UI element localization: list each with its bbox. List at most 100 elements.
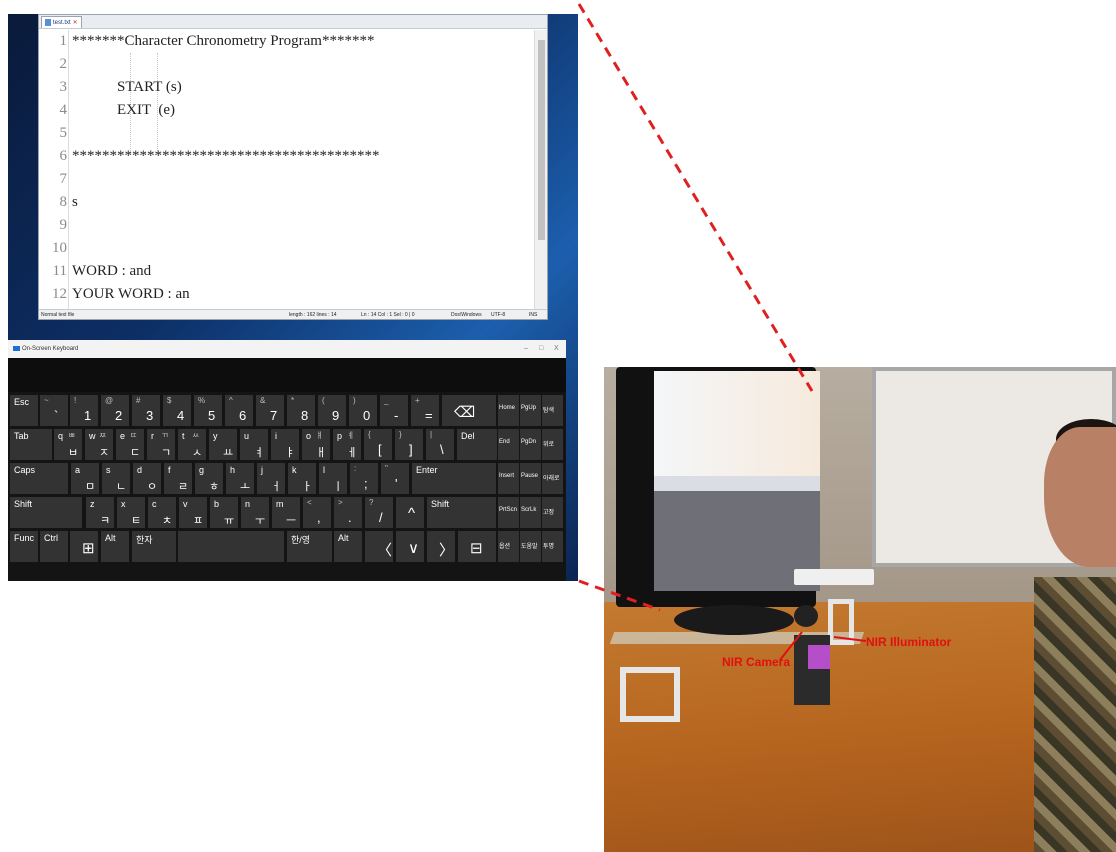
key-label: c xyxy=(152,499,157,509)
key[interactable]: jㅓ xyxy=(257,463,285,494)
nav-key[interactable]: 위로 xyxy=(542,429,563,460)
nav-key[interactable]: PgUp xyxy=(520,395,541,426)
key[interactable]: " ' xyxy=(381,463,409,494)
key[interactable]: ^ xyxy=(396,497,424,528)
key[interactable]: Shift xyxy=(427,497,496,528)
line-number: 10 xyxy=(52,240,67,256)
nav-key[interactable]: 투명 xyxy=(542,531,563,562)
key-shift-label: < xyxy=(307,498,312,507)
key[interactable]: :; xyxy=(350,463,378,494)
nav-key[interactable]: 옵션 xyxy=(498,531,519,562)
key[interactable]: ) 0 xyxy=(349,395,377,426)
key[interactable]: tㅆㅅ xyxy=(178,429,206,460)
key[interactable]: ^ 6 xyxy=(225,395,253,426)
photo-monitor-screen xyxy=(654,371,820,591)
key[interactable]: {[ xyxy=(364,429,392,460)
nav-key[interactable]: Insert xyxy=(498,463,519,494)
nav-key[interactable]: Home xyxy=(498,395,519,426)
key[interactable]: 〈 xyxy=(365,531,393,562)
vertical-scrollbar[interactable] xyxy=(534,30,547,311)
key[interactable]: xㅌ xyxy=(117,497,145,528)
nav-key[interactable]: PgDn xyxy=(520,429,541,460)
nav-key[interactable]: 도움말 xyxy=(520,531,541,562)
key[interactable] xyxy=(178,531,284,562)
key[interactable]: #3 xyxy=(132,395,160,426)
key[interactable]: bㅠ xyxy=(210,497,238,528)
key-label: x xyxy=(121,499,126,509)
key[interactable]: ~ ` xyxy=(40,395,68,426)
key[interactable]: pㅖㅔ xyxy=(333,429,361,460)
nav-key[interactable]: ScrLk xyxy=(520,497,541,528)
key[interactable]: gㅎ xyxy=(195,463,223,494)
key[interactable]: eㄸㄷ xyxy=(116,429,144,460)
key[interactable]: <, xyxy=(303,497,331,528)
key[interactable]: ⊟ xyxy=(458,531,496,562)
key[interactable]: 한자 xyxy=(132,531,176,562)
key[interactable]: kㅏ xyxy=(288,463,316,494)
nav-key[interactable]: 탐색 xyxy=(542,395,563,426)
key[interactable]: zㅋ xyxy=(86,497,114,528)
nav-key[interactable]: PrtScn xyxy=(498,497,519,528)
key[interactable]: hㅗ xyxy=(226,463,254,494)
key[interactable]: Func xyxy=(10,531,38,562)
experiment-photo: NIR Camera NIR Illuminator xyxy=(604,367,1116,852)
key[interactable]: qㅃㅂ xyxy=(54,429,82,460)
key[interactable]: >. xyxy=(334,497,362,528)
key[interactable]: ∨ xyxy=(396,531,424,562)
key[interactable]: mㅡ xyxy=(272,497,300,528)
close-icon[interactable]: X xyxy=(554,340,559,358)
close-tab-icon[interactable]: ✕ xyxy=(73,17,78,29)
key[interactable]: cㅊ xyxy=(148,497,176,528)
key[interactable]: $4 xyxy=(163,395,191,426)
key[interactable]: rㄲㄱ xyxy=(147,429,175,460)
nav-key[interactable]: Pause xyxy=(520,463,541,494)
key[interactable]: ! 1 xyxy=(70,395,98,426)
key[interactable]: aㅁ xyxy=(71,463,99,494)
key[interactable]: oㅒㅐ xyxy=(302,429,330,460)
key[interactable]: dㅇ xyxy=(133,463,161,494)
key[interactable]: iㅑ xyxy=(271,429,299,460)
editor-line: 6 ***************************************… xyxy=(39,145,535,168)
key[interactable]: Enter xyxy=(412,463,496,494)
key[interactable]: sㄴ xyxy=(102,463,130,494)
maximize-icon[interactable]: □ xyxy=(539,340,543,358)
key[interactable]: Esc xyxy=(10,395,38,426)
nav-key[interactable]: 고정 xyxy=(542,497,563,528)
key[interactable]: (9 xyxy=(318,395,346,426)
key[interactable]: vㅍ xyxy=(179,497,207,528)
key[interactable]: Alt xyxy=(101,531,129,562)
key[interactable]: 〉 xyxy=(427,531,455,562)
key[interactable]: nㅜ xyxy=(241,497,269,528)
key[interactable]: fㄹ xyxy=(164,463,192,494)
nav-key[interactable]: 아래로 xyxy=(542,463,563,494)
file-tab[interactable]: test.txt ✕ xyxy=(41,16,82,28)
key[interactable]: ⌫ xyxy=(442,395,496,426)
key[interactable]: & 7 xyxy=(256,395,284,426)
key[interactable]: lㅣ xyxy=(319,463,347,494)
key[interactable]: * 8 xyxy=(287,395,315,426)
key[interactable]: 한/영 xyxy=(287,531,332,562)
key[interactable]: wㅉㅈ xyxy=(85,429,113,460)
key[interactable]: uㅕ xyxy=(240,429,268,460)
key[interactable]: + = xyxy=(411,395,439,426)
key[interactable]: Del xyxy=(457,429,497,460)
key[interactable]: Shift xyxy=(10,497,82,528)
key[interactable]: ⊞ xyxy=(70,531,98,562)
key[interactable]: }] xyxy=(395,429,423,460)
key[interactable]: | \ xyxy=(426,429,454,460)
key[interactable]: yㅛ xyxy=(209,429,237,460)
key[interactable]: Alt xyxy=(334,531,362,562)
minimize-icon[interactable]: – xyxy=(524,340,528,358)
nav-key[interactable]: End xyxy=(498,429,519,460)
key-label: PgDn xyxy=(521,439,537,445)
key[interactable]: Ctrl xyxy=(40,531,68,562)
key-base-label: 7 xyxy=(270,408,278,423)
key[interactable]: @2 xyxy=(101,395,129,426)
key[interactable]: Caps xyxy=(10,463,68,494)
key[interactable]: % 5 xyxy=(194,395,222,426)
text-editor[interactable]: 1 *******Character Chronometry Program***… xyxy=(39,30,535,311)
key[interactable]: _ - xyxy=(380,395,408,426)
scrollbar-thumb[interactable] xyxy=(538,40,545,240)
key[interactable]: Tab xyxy=(10,429,52,460)
key[interactable]: ? / xyxy=(365,497,393,528)
